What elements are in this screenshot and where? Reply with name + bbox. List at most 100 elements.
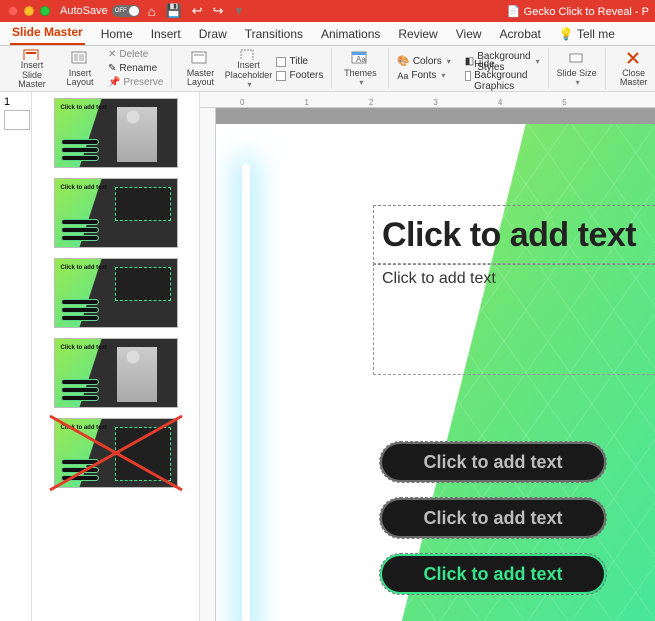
tab-slide-master[interactable]: Slide Master: [10, 21, 85, 45]
outline-pane[interactable]: 1: [0, 92, 32, 621]
workspace: 1 Click to add text Click to add text Cl…: [0, 92, 655, 621]
slide-size-icon: [568, 50, 586, 68]
placeholder-icon: [239, 48, 257, 61]
chevron-down-icon[interactable]: ▾: [447, 57, 451, 66]
outline-slide-number: 1: [4, 96, 27, 108]
title-checkbox[interactable]: Title: [274, 55, 325, 68]
delete-icon: ✕: [108, 49, 116, 60]
slide-edit-area[interactable]: 0 1 2 3 4 5 Click to add text Click to a…: [200, 92, 655, 621]
app-icon: 📄: [507, 6, 521, 18]
master-thumbnail[interactable]: [4, 110, 30, 130]
close-window-icon[interactable]: [8, 6, 18, 16]
window-controls: [8, 6, 50, 16]
rename-button[interactable]: ✎Rename: [106, 62, 165, 75]
layout-thumbnails-pane[interactable]: Click to add text Click to add text Clic…: [32, 92, 200, 621]
ruler-mark: 1: [304, 98, 308, 107]
slide-size-button[interactable]: Slide Size▾: [555, 48, 599, 90]
ruler-mark: 2: [369, 98, 373, 107]
fonts-button[interactable]: AaFonts▾: [395, 69, 452, 82]
layout-thumbnail[interactable]: Click to add text: [54, 258, 178, 328]
switch-knob-icon: [129, 6, 139, 16]
option-button-1[interactable]: Click to add text: [380, 442, 606, 482]
body-text: Click to add text: [382, 270, 496, 287]
group-close: Close Master: [606, 48, 655, 89]
autosave-toggle[interactable]: AutoSave OFF: [60, 5, 140, 17]
document-title-text: Gecko Click to Reveal - P: [524, 6, 649, 18]
tab-animations[interactable]: Animations: [319, 23, 382, 45]
zoom-window-icon[interactable]: [40, 6, 50, 16]
slide-master-icon: [23, 48, 41, 61]
rename-icon: ✎: [108, 63, 116, 74]
ruler-mark: 4: [498, 98, 502, 107]
halo-divider: [242, 164, 250, 621]
insert-slide-master-label: Insert Slide Master: [10, 61, 54, 89]
tab-draw[interactable]: Draw: [197, 23, 229, 45]
slide[interactable]: Click to add text Click to add text Clic…: [216, 124, 655, 621]
themes-button[interactable]: Aa Themes▾: [338, 48, 382, 90]
option-button-3-label: Click to add text: [423, 564, 562, 585]
footers-checkbox[interactable]: Footers: [274, 69, 325, 82]
qat-dropdown-icon[interactable]: ▾: [236, 3, 243, 19]
close-master-button[interactable]: Close Master: [612, 48, 655, 90]
themes-icon: Aa: [351, 50, 369, 68]
tab-tell-me[interactable]: 💡 Tell me: [557, 23, 617, 45]
thumb-title: Click to add text: [61, 185, 107, 191]
preserve-label: Preserve: [123, 77, 163, 88]
insert-layout-button[interactable]: Insert Layout: [58, 48, 102, 90]
option-button-3[interactable]: Click to add text: [380, 554, 606, 594]
group-background: 🎨Colors▾ AaFonts▾ ◧Background Styles▾ Hi…: [389, 48, 548, 89]
undo-icon[interactable]: ↩: [192, 3, 203, 19]
thumb-title: Click to add text: [61, 425, 107, 431]
hide-bg-label: Hide Background Graphics: [474, 59, 539, 92]
fonts-icon: Aa: [397, 71, 408, 81]
svg-text:Aa: Aa: [356, 55, 366, 64]
option-button-2[interactable]: Click to add text: [380, 498, 606, 538]
colors-label: Colors: [413, 56, 442, 67]
autosave-label: AutoSave: [60, 5, 108, 17]
tab-review[interactable]: Review: [396, 23, 439, 45]
title-placeholder[interactable]: Click to add text: [374, 206, 655, 264]
insert-placeholder-button[interactable]: Insert Placeholder▾: [226, 48, 270, 90]
preserve-button: 📌Preserve: [106, 76, 165, 89]
thumb-title: Click to add text: [61, 105, 107, 111]
option-button-2-label: Click to add text: [423, 508, 562, 529]
delete-label: Delete: [119, 49, 148, 60]
checkbox-icon: [276, 71, 286, 81]
minimize-window-icon[interactable]: [24, 6, 34, 16]
chevron-down-icon[interactable]: ▾: [359, 79, 363, 87]
colors-icon: 🎨: [397, 56, 409, 67]
layout-thumbnail[interactable]: Click to add text: [54, 338, 178, 408]
save-icon[interactable]: 💾: [166, 3, 182, 19]
insert-slide-master-button[interactable]: Insert Slide Master: [10, 48, 54, 90]
hide-bg-checkbox[interactable]: Hide Background Graphics: [463, 69, 542, 82]
tab-insert[interactable]: Insert: [149, 23, 183, 45]
redo-icon[interactable]: ↪: [213, 3, 224, 19]
checkbox-icon: [465, 71, 471, 81]
close-icon: [625, 50, 643, 68]
chevron-down-icon[interactable]: ▾: [247, 81, 251, 89]
bg-styles-icon: ◧: [465, 56, 474, 67]
layout-thumbnail-crossed-wrapper: Click to add text: [54, 418, 178, 488]
tab-view[interactable]: View: [454, 23, 484, 45]
master-layout-icon: [191, 50, 209, 68]
layout-thumbnail[interactable]: Click to add text: [54, 98, 178, 168]
thumb-title: Click to add text: [61, 265, 107, 271]
colors-button[interactable]: 🎨 Colors ▾: [395, 55, 452, 68]
layout-thumbnail[interactable]: Click to add text: [54, 178, 178, 248]
tab-transitions[interactable]: Transitions: [243, 23, 305, 45]
body-placeholder[interactable]: Click to add text: [374, 264, 655, 374]
autosave-switch[interactable]: OFF: [112, 5, 140, 17]
tab-home[interactable]: Home: [99, 23, 135, 45]
chevron-down-icon[interactable]: ▾: [576, 79, 580, 87]
ruler-mark: 5: [562, 98, 566, 107]
checkbox-icon: [276, 57, 286, 67]
chevron-down-icon[interactable]: ▾: [441, 71, 445, 80]
master-layout-label: Master Layout: [178, 69, 222, 88]
layout-thumbnail[interactable]: Click to add text: [54, 418, 178, 488]
master-layout-button[interactable]: Master Layout: [178, 48, 222, 90]
tab-acrobat[interactable]: Acrobat: [498, 23, 543, 45]
home-icon[interactable]: ⌂: [148, 4, 156, 19]
option-button-1-label: Click to add text: [423, 452, 562, 473]
slide-canvas: Click to add text Click to add text Clic…: [216, 108, 655, 621]
preserve-icon: 📌: [108, 77, 120, 88]
